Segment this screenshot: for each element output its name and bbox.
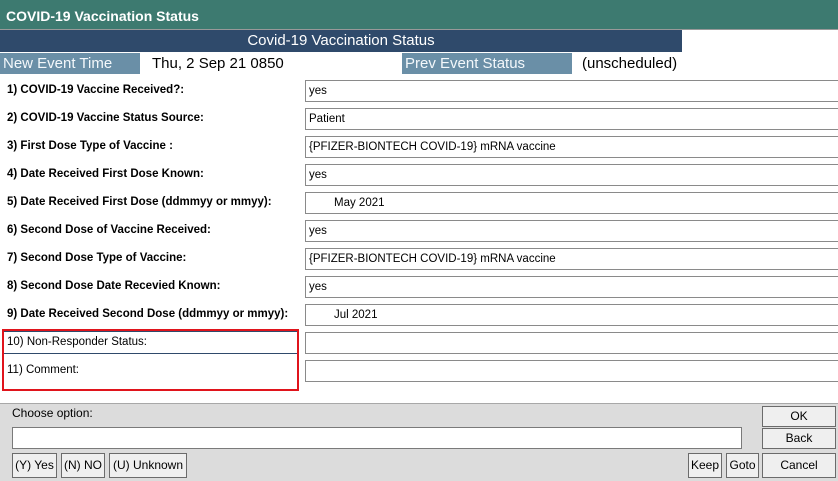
cancel-button[interactable]: Cancel xyxy=(762,453,836,478)
question-row-3: 3) First Dose Type of Vaccine : {PFIZER-… xyxy=(0,134,838,162)
answer-field-7[interactable]: {PFIZER-BIONTECH COVID-19} mRNA vaccine xyxy=(305,248,838,270)
question-row-8: 8) Second Dose Date Recevied Known: yes xyxy=(0,274,838,302)
answer-field-10[interactable] xyxy=(305,332,838,354)
question-label: 3) First Dose Type of Vaccine : xyxy=(7,140,173,152)
question-label: 4) Date Received First Dose Known: xyxy=(7,168,204,180)
choose-option-label: Choose option: xyxy=(12,406,93,420)
back-button[interactable]: Back xyxy=(762,428,836,449)
question-row-4: 4) Date Received First Dose Known: yes xyxy=(0,162,838,190)
goto-button[interactable]: Goto xyxy=(726,453,759,478)
answer-field-9[interactable]: Jul 2021 xyxy=(305,304,838,326)
answer-field-2[interactable]: Patient xyxy=(305,108,838,130)
question-label: 8) Second Dose Date Recevied Known: xyxy=(7,280,221,292)
question-label: 7) Second Dose Type of Vaccine: xyxy=(7,252,187,264)
question-row-1: 1) COVID-19 Vaccine Received?: yes xyxy=(0,78,838,106)
question-label: 9) Date Received Second Dose (ddmmyy or … xyxy=(7,308,289,320)
keep-button[interactable]: Keep xyxy=(688,453,722,478)
yes-button[interactable]: (Y) Yes xyxy=(12,453,57,478)
answer-field-5[interactable]: May 2021 xyxy=(305,192,838,214)
question-row-9: 9) Date Received Second Dose (ddmmyy or … xyxy=(0,302,838,330)
question-label: 1) COVID-19 Vaccine Received?: xyxy=(7,84,185,96)
no-button[interactable]: (N) NO xyxy=(61,453,105,478)
question-label: 6) Second Dose of Vaccine Received: xyxy=(7,224,211,236)
question-row-7: 7) Second Dose Type of Vaccine: {PFIZER-… xyxy=(0,246,838,274)
new-event-time-value: Thu, 2 Sep 21 0850 xyxy=(152,55,284,72)
question-label: 5) Date Received First Dose (ddmmyy or m… xyxy=(7,196,272,208)
ok-button[interactable]: OK xyxy=(762,406,836,427)
answer-field-8[interactable]: yes xyxy=(305,276,838,298)
answer-field-1[interactable]: yes xyxy=(305,80,838,102)
prev-event-status-value: (unscheduled) xyxy=(582,55,678,72)
answer-field-6[interactable]: yes xyxy=(305,220,838,242)
question-row-5: 5) Date Received First Dose (ddmmyy or m… xyxy=(0,190,838,218)
answer-field-3[interactable]: {PFIZER-BIONTECH COVID-19} mRNA vaccine xyxy=(305,136,838,158)
unknown-button[interactable]: (U) Unknown xyxy=(109,453,187,478)
question-row-2: 2) COVID-19 Vaccine Status Source: Patie… xyxy=(0,106,838,134)
section-title: Covid-19 Vaccination Status xyxy=(0,30,682,52)
choose-option-input[interactable] xyxy=(12,427,742,449)
question-label: 2) COVID-19 Vaccine Status Source: xyxy=(7,112,204,124)
new-event-time-label: New Event Time xyxy=(0,53,140,74)
question-row-6: 6) Second Dose of Vaccine Received: yes xyxy=(0,218,838,246)
prev-event-status-label: Prev Event Status xyxy=(402,53,572,74)
highlight-annotation-box xyxy=(2,329,299,391)
answer-field-4[interactable]: yes xyxy=(305,164,838,186)
answer-field-11[interactable] xyxy=(305,360,838,382)
